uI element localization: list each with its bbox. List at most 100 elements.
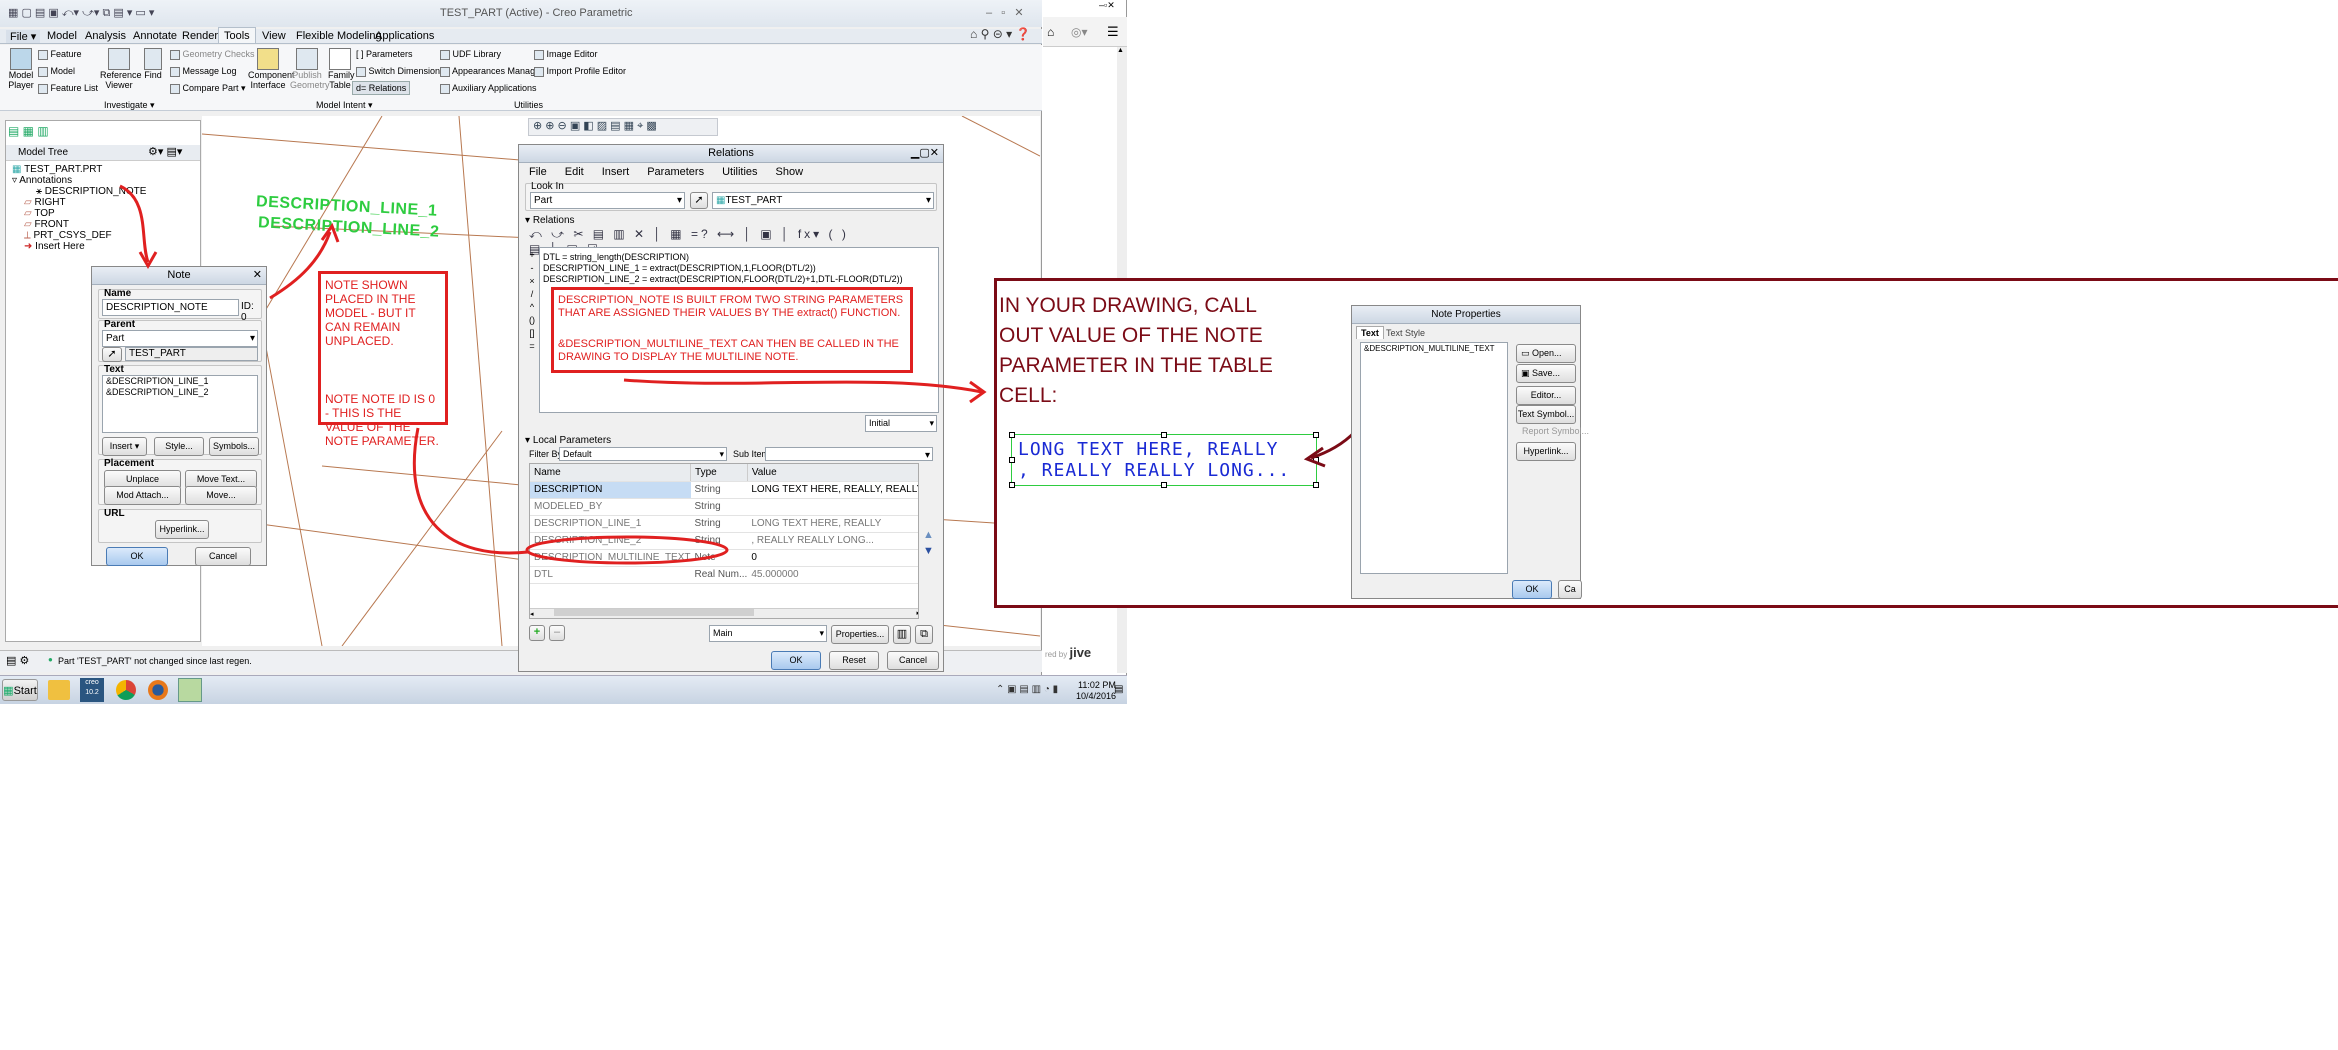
table-row[interactable]: DESCRIPTION String LONG TEXT HERE, REALLY,… [530, 481, 918, 499]
hyperlink-button[interactable]: Hyperlink... [155, 520, 209, 539]
browser-window-controls[interactable]: –▫✕ [1099, 0, 1115, 11]
chrome-taskbar-icon[interactable] [116, 680, 136, 700]
ok-button[interactable]: OK [106, 547, 168, 566]
feature-list-button[interactable]: Feature List [38, 83, 98, 94]
mod-attach-button[interactable]: Mod Attach... [104, 486, 181, 505]
style-button[interactable]: Style... [154, 437, 204, 456]
col-value[interactable]: Value [747, 464, 918, 482]
tab-render[interactable]: Render [182, 30, 218, 42]
start-button[interactable]: ▦Start [2, 679, 38, 701]
move-button[interactable]: Move... [185, 486, 257, 505]
handle[interactable] [1161, 432, 1167, 438]
add-parameter-button[interactable]: + [529, 625, 545, 641]
look-in-value-select[interactable]: ▦TEST_PART ▾ [712, 192, 934, 209]
menu-utilities[interactable]: Utilities [722, 166, 757, 178]
tree-tab-icons[interactable]: ▤ ▦ ▥ [8, 124, 49, 138]
table-row[interactable]: DESCRIPTION_LINE_2 String, REALLY REALLY … [530, 532, 918, 550]
relations-cancel-button[interactable]: Cancel [887, 651, 939, 670]
np-open-button[interactable]: ▭ Open... [1516, 344, 1576, 363]
row-down-icon[interactable]: ▼ [923, 545, 934, 557]
tree-item-csys[interactable]: ⟂ PRT_CSYS_DEF [24, 230, 112, 241]
row-up-icon[interactable]: ▲ [923, 529, 934, 541]
binoculars-button[interactable]: ⧉ [915, 625, 933, 644]
appearances-manager-button[interactable]: Appearances Manager [440, 66, 543, 77]
symbols-button[interactable]: Symbols... [209, 437, 259, 456]
tab-annotate[interactable]: Annotate [133, 30, 177, 42]
menu-edit[interactable]: Edit [565, 166, 584, 178]
relations-side-icons[interactable]: + - × / ^()[] = [526, 249, 538, 353]
insert-button[interactable]: Insert ▾ [102, 437, 147, 456]
menu-insert[interactable]: Insert [602, 166, 630, 178]
show-desktop-icon[interactable]: ▤ [1114, 684, 1123, 695]
tab-flexible-modeling[interactable]: Flexible Modeling [296, 30, 382, 42]
tab-analysis[interactable]: Analysis [85, 30, 126, 42]
select-arrow-button[interactable]: ➚ [690, 192, 708, 209]
model-player-button[interactable]: Model Player [8, 48, 34, 90]
auxiliary-applications-button[interactable]: Auxiliary Applications [440, 83, 537, 94]
app-taskbar-icon[interactable] [178, 678, 202, 702]
tree-item-right[interactable]: ▱ RIGHT [24, 197, 66, 208]
graphics-toolbar[interactable]: ⊕ ⊕ ⊖ ▣ ◧ ▨ ▤ ▦ ⌖ ▩ [528, 118, 718, 136]
relations-button[interactable]: d= Relations [352, 81, 411, 95]
tab-file[interactable]: File ▾ [6, 30, 41, 43]
model-button[interactable]: Model [38, 66, 75, 77]
creo-taskbar-icon[interactable]: creo 10.2 [80, 678, 104, 702]
handle[interactable] [1161, 482, 1167, 488]
udf-library-button[interactable]: UDF Library [440, 49, 501, 60]
table-row[interactable]: DESCRIPTION_LINE_1 String LONG TEXT HERE, … [530, 515, 918, 533]
help-icons[interactable]: ⌂ ⚲ ⊝ ▾ ❓ [970, 27, 1030, 41]
menu-icon[interactable]: ☰ [1107, 24, 1119, 40]
handle[interactable] [1009, 432, 1015, 438]
window-buttons-icon[interactable]: ▁▢✕ [911, 146, 939, 159]
tree-item-annotations[interactable]: ▿ Annotations [12, 175, 72, 186]
tree-item-insert-here[interactable]: ➜ Insert Here [24, 241, 85, 252]
np-hyperlink-button[interactable]: Hyperlink... [1516, 442, 1576, 461]
menu-parameters[interactable]: Parameters [647, 166, 704, 178]
sub-items-select[interactable]: ▾ [765, 447, 933, 461]
group-investigate[interactable]: Investigate ▾ [104, 100, 155, 111]
col-name[interactable]: Name [530, 464, 692, 482]
tree-item-top[interactable]: ▱ TOP [24, 208, 55, 219]
np-text-area[interactable]: &DESCRIPTION_MULTILINE_TEXT [1360, 342, 1508, 574]
col-type[interactable]: Type [690, 464, 748, 482]
switch-dimensions-button[interactable]: Switch Dimensions [356, 66, 445, 77]
explorer-taskbar-icon[interactable] [48, 680, 70, 700]
firefox-taskbar-icon[interactable] [148, 680, 168, 700]
table-row[interactable]: DTL Real Num... 45.000000 [530, 566, 918, 584]
menu-file[interactable]: File [529, 166, 547, 178]
tray-icons[interactable]: ⌃ ▣ ▤ ▥ ◔ ▮ [996, 684, 1058, 695]
relations-ok-button[interactable]: OK [771, 651, 821, 670]
parameters-button[interactable]: [ ] Parameters [356, 49, 413, 59]
parent-type-select[interactable]: Part ▾ [102, 330, 258, 347]
tab-view[interactable]: View [262, 30, 286, 42]
reference-viewer-button[interactable]: Reference Viewer [100, 48, 142, 90]
tree-settings-icon[interactable]: ⚙▾ ▤▾ [148, 145, 182, 158]
window-controls[interactable]: – ▫ ✕ [986, 6, 1024, 19]
find-button[interactable]: Find [144, 48, 162, 80]
menu-show[interactable]: Show [776, 166, 804, 178]
group-model-intent[interactable]: Model Intent ▾ [316, 100, 373, 111]
handle[interactable] [1009, 457, 1015, 463]
message-log-button[interactable]: Message Log [170, 66, 237, 77]
component-interface-button[interactable]: Component Interface [248, 48, 295, 90]
np-save-button[interactable]: ▣ Save... [1516, 364, 1576, 383]
table-row[interactable]: MODELED_BY String [530, 498, 918, 516]
look-in-type-select[interactable]: Part ▾ [530, 192, 685, 209]
relations-toolbar[interactable]: ⤺ ⤻ ✂ ▤ ▥ ✕ │ ▦ =? ⟷ │ ▣ │ fx▾ ( ) ▤ │ ▤… [529, 227, 859, 256]
drawing-note-box[interactable]: LONG TEXT HERE, REALLY , REALLY REALLY L… [1009, 432, 1319, 488]
globe-icon[interactable]: ◎▾ [1071, 25, 1088, 39]
tab-applications[interactable]: Applications [375, 30, 434, 42]
name-field[interactable]: DESCRIPTION_NOTE [102, 299, 239, 316]
quick-access-toolbar[interactable]: ▦ ▢ ▤ ▣ ⤺▾ ⤻▾ ⧉ ▤ ▾ ▭ ▾ [8, 6, 198, 22]
tab-tools[interactable]: Tools [218, 27, 256, 43]
tree-item-description-note[interactable]: ⚹ DESCRIPTION_NOTE [36, 186, 146, 197]
image-editor-button[interactable]: Image Editor [534, 49, 598, 60]
main-select[interactable]: Main ▾ [709, 625, 827, 642]
home-icon[interactable]: ⌂ [1047, 25, 1054, 39]
tab-model[interactable]: Model [47, 30, 77, 42]
relations-reset-button[interactable]: Reset [829, 651, 879, 670]
pick-arrow-button[interactable]: ➚ [102, 347, 122, 362]
tree-item-front[interactable]: ▱ FRONT [24, 219, 69, 230]
parameters-table[interactable]: Name Type Value De DESCRIPTIONStringLONG… [529, 463, 919, 619]
handle[interactable] [1009, 482, 1015, 488]
